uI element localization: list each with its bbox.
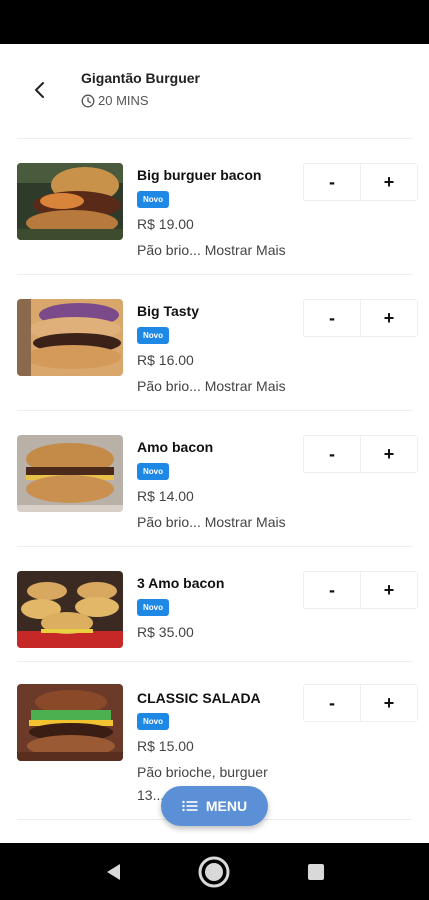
product-image[interactable] bbox=[17, 571, 123, 648]
product-price: R$ 14.00 bbox=[137, 488, 194, 504]
increase-button[interactable]: + bbox=[361, 300, 417, 336]
product-image[interactable] bbox=[17, 299, 123, 376]
decrease-button[interactable]: - bbox=[304, 436, 360, 472]
new-badge: Novo bbox=[137, 713, 169, 730]
show-more-link[interactable]: Mostrar Mais bbox=[205, 242, 286, 258]
description-text: Pão brio... bbox=[137, 242, 201, 258]
nav-home-button[interactable] bbox=[197, 855, 231, 889]
delivery-time-text: 20 MINS bbox=[98, 93, 149, 108]
increase-button[interactable]: + bbox=[361, 685, 417, 721]
menu-button[interactable]: MENU bbox=[161, 786, 268, 826]
product-image[interactable] bbox=[17, 435, 123, 512]
decrease-button[interactable]: - bbox=[304, 300, 360, 336]
status-bar bbox=[0, 0, 429, 44]
increase-button[interactable]: + bbox=[361, 572, 417, 608]
increase-button[interactable]: + bbox=[361, 436, 417, 472]
nav-recents-button[interactable] bbox=[299, 855, 333, 889]
new-badge: Novo bbox=[137, 599, 169, 616]
item-divider bbox=[17, 661, 412, 662]
store-name: Gigantão Burguer bbox=[81, 70, 201, 86]
item-divider bbox=[17, 274, 412, 275]
product-name: Big Tasty bbox=[137, 303, 199, 319]
quantity-stepper[interactable]: - + bbox=[303, 299, 418, 337]
description-text: Pão brio... bbox=[137, 378, 201, 394]
product-description: Pão brio... Mostrar Mais bbox=[137, 511, 286, 534]
new-badge: Novo bbox=[137, 327, 169, 344]
product-name: CLASSIC SALADA bbox=[137, 690, 261, 706]
back-button[interactable] bbox=[24, 74, 56, 106]
product-name: Amo bacon bbox=[137, 439, 214, 455]
quantity-stepper[interactable]: - + bbox=[303, 435, 418, 473]
decrease-button[interactable]: - bbox=[304, 572, 360, 608]
product-price: R$ 19.00 bbox=[137, 216, 194, 232]
square-recents-icon bbox=[308, 864, 324, 880]
item-divider bbox=[17, 546, 412, 547]
chevron-left-icon bbox=[35, 82, 44, 98]
product-image[interactable] bbox=[17, 684, 123, 761]
new-badge: Novo bbox=[137, 463, 169, 480]
product-price: R$ 16.00 bbox=[137, 352, 194, 368]
product-description: Pão brio... Mostrar Mais bbox=[137, 375, 286, 398]
system-nav-bar bbox=[0, 843, 429, 900]
menu-button-label: MENU bbox=[205, 798, 248, 814]
product-price: R$ 15.00 bbox=[137, 738, 194, 754]
triangle-back-icon bbox=[107, 864, 120, 880]
delivery-time: 20 MINS bbox=[81, 93, 149, 108]
decrease-button[interactable]: - bbox=[304, 685, 360, 721]
quantity-stepper[interactable]: - + bbox=[303, 571, 418, 609]
product-description: Pão brio... Mostrar Mais bbox=[137, 239, 286, 262]
product-image[interactable] bbox=[17, 163, 123, 240]
header: Gigantão Burguer 20 MINS bbox=[0, 44, 429, 139]
description-line-1: Pão brioche, burguer bbox=[137, 764, 268, 780]
description-text: Pão brio... bbox=[137, 514, 201, 530]
list-icon bbox=[182, 800, 198, 812]
product-price: R$ 35.00 bbox=[137, 624, 194, 640]
new-badge: Novo bbox=[137, 191, 169, 208]
nav-back-button[interactable] bbox=[96, 855, 130, 889]
show-more-link[interactable]: Mostrar Mais bbox=[205, 514, 286, 530]
quantity-stepper[interactable]: - + bbox=[303, 684, 418, 722]
quantity-stepper[interactable]: - + bbox=[303, 163, 418, 201]
decrease-button[interactable]: - bbox=[304, 164, 360, 200]
clock-icon bbox=[81, 94, 95, 107]
increase-button[interactable]: + bbox=[361, 164, 417, 200]
item-divider bbox=[17, 410, 412, 411]
product-name: 3 Amo bacon bbox=[137, 575, 225, 591]
product-name: Big burguer bacon bbox=[137, 167, 262, 183]
home-circle-icon bbox=[198, 856, 230, 888]
product-list[interactable]: Big burguer bacon Novo R$ 19.00 Pão brio… bbox=[0, 139, 429, 843]
show-more-link[interactable]: Mostrar Mais bbox=[205, 378, 286, 394]
